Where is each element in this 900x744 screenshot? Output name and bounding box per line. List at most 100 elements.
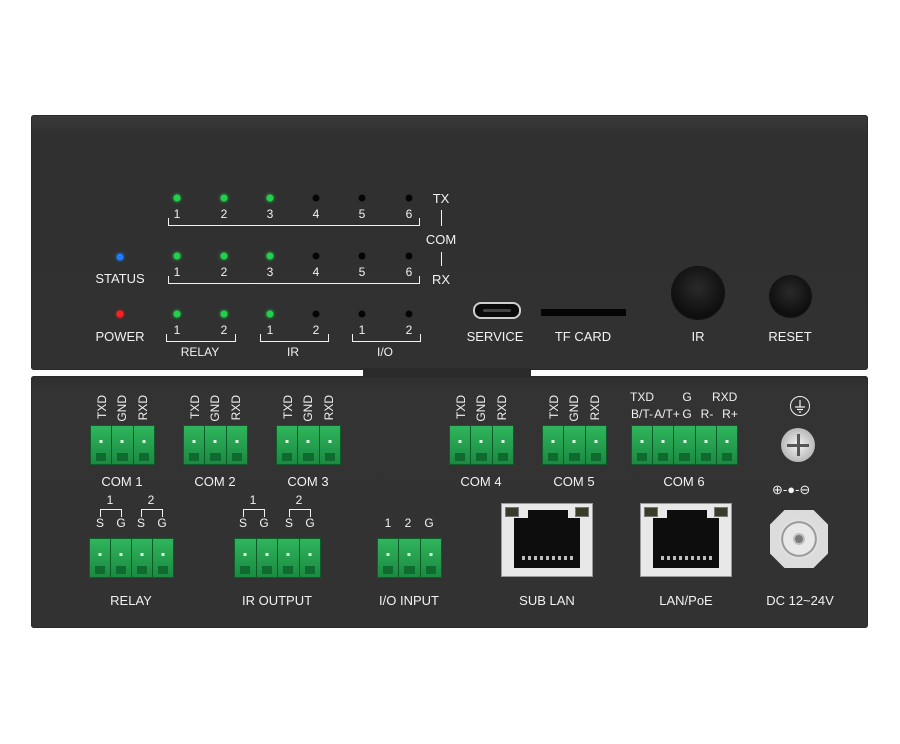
com2-pin-txd: TXD	[188, 395, 202, 419]
service-label: SERVICE	[466, 329, 524, 344]
ir-out-s2: S	[284, 516, 294, 530]
rx-label: RX	[431, 272, 451, 287]
com-line-bottom	[441, 252, 442, 266]
tx-number-1: 1	[173, 207, 181, 221]
ir-out-s1: S	[238, 516, 248, 530]
com5-pin-gnd: GND	[567, 395, 581, 422]
com4-pin-rxd: RXD	[495, 395, 509, 421]
com5-pin-txd: TXD	[547, 395, 561, 419]
ir-receiver-window	[672, 267, 724, 319]
rx-led-6	[405, 252, 413, 260]
com3-terminal[interactable]	[276, 425, 341, 465]
io-input-pin-2: 2	[404, 516, 412, 530]
com2-terminal[interactable]	[183, 425, 248, 465]
tx-number-6: 6	[405, 207, 413, 221]
com6-pin-rplus: R+	[722, 407, 738, 421]
com1-pin-gnd: GND	[115, 395, 129, 422]
com6-rxd-label: RXD	[712, 390, 738, 404]
rx-number-4: 4	[312, 265, 320, 279]
ir-out-pair-2-number: 2	[295, 493, 303, 507]
rx-number-2: 2	[220, 265, 228, 279]
relay-pair-2-number: 2	[147, 493, 155, 507]
rx-number-1: 1	[173, 265, 181, 279]
tx-number-5: 5	[358, 207, 366, 221]
sub-lan-label: SUB LAN	[519, 593, 575, 608]
relay-pair-1-number: 1	[106, 493, 114, 507]
com2-pin-gnd: GND	[208, 395, 222, 422]
com4-terminal[interactable]	[449, 425, 514, 465]
relay-group-label: RELAY	[180, 345, 220, 359]
power-label: POWER	[95, 329, 145, 344]
io-input-terminal[interactable]	[377, 538, 442, 578]
io-input-label: I/O INPUT	[379, 593, 439, 608]
com4-label: COM 4	[460, 474, 502, 489]
com-label: COM	[425, 232, 457, 247]
com3-pin-rxd: RXD	[322, 395, 336, 421]
ground-screw[interactable]	[781, 428, 815, 462]
dc-polarity-icon: ⊕-●-⊖	[772, 482, 811, 497]
dc-power-jack[interactable]	[770, 510, 828, 568]
reset-label: RESET	[768, 329, 812, 344]
front-panel-foot	[363, 368, 531, 376]
com6-pin-g: G	[682, 407, 692, 421]
tx-led-2	[220, 194, 228, 202]
com5-terminal[interactable]	[542, 425, 607, 465]
reset-button[interactable]	[770, 276, 811, 317]
ir-bracket	[260, 334, 329, 342]
tx-bracket	[168, 218, 420, 226]
ir-led-1	[266, 310, 274, 318]
tf-card-slot[interactable]	[541, 309, 626, 316]
io-group-label: I/O	[376, 345, 394, 359]
com6-g-label: G	[682, 390, 692, 404]
tx-number-4: 4	[312, 207, 320, 221]
com2-pin-rxd: RXD	[229, 395, 243, 421]
ground-icon	[790, 396, 810, 416]
rx-led-5	[358, 252, 366, 260]
tx-label: TX	[432, 191, 450, 206]
relay-g1: G	[116, 516, 126, 530]
relay-s1: S	[95, 516, 105, 530]
rx-led-1	[173, 252, 181, 260]
lan-poe-label: LAN/PoE	[659, 593, 713, 608]
io-input-pin-1: 1	[384, 516, 392, 530]
com3-pin-txd: TXD	[281, 395, 295, 419]
com1-pin-txd: TXD	[95, 395, 109, 419]
dc-label: DC 12~24V	[766, 593, 834, 608]
com6-terminal[interactable]	[631, 425, 738, 465]
relay-led-1	[173, 310, 181, 318]
lan-poe-port[interactable]	[640, 503, 732, 577]
com6-pin-at: A/T+	[654, 407, 680, 421]
rx-number-3: 3	[266, 265, 274, 279]
rx-bracket	[168, 276, 420, 284]
rear-panel	[31, 376, 868, 628]
io-input-pin-g: G	[424, 516, 434, 530]
com1-terminal[interactable]	[90, 425, 155, 465]
com-line-top	[441, 210, 442, 226]
com4-pin-gnd: GND	[474, 395, 488, 422]
ir-receiver-label: IR	[691, 329, 705, 344]
io-led-2	[405, 310, 413, 318]
relay-g2: G	[157, 516, 167, 530]
tx-led-4	[312, 194, 320, 202]
com1-pin-rxd: RXD	[136, 395, 150, 421]
rx-led-2	[220, 252, 228, 260]
com3-label: COM 3	[287, 474, 329, 489]
rx-number-5: 5	[358, 265, 366, 279]
ir-group-label: IR	[287, 345, 299, 359]
com5-pin-rxd: RXD	[588, 395, 602, 421]
power-led	[116, 310, 124, 318]
usb-c-service-port[interactable]	[473, 302, 521, 319]
io-led-1	[358, 310, 366, 318]
relay-terminal[interactable]	[89, 538, 174, 578]
tx-number-2: 2	[220, 207, 228, 221]
tx-led-5	[358, 194, 366, 202]
ir-out-pair-1-number: 1	[249, 493, 257, 507]
tx-number-3: 3	[266, 207, 274, 221]
ir-output-terminal[interactable]	[234, 538, 321, 578]
com6-txd-label: TXD	[630, 390, 654, 404]
rx-led-3	[266, 252, 274, 260]
relay-bracket	[166, 334, 236, 342]
sub-lan-port[interactable]	[501, 503, 593, 577]
com3-pin-gnd: GND	[301, 395, 315, 422]
ir-output-label: IR OUTPUT	[241, 593, 313, 608]
